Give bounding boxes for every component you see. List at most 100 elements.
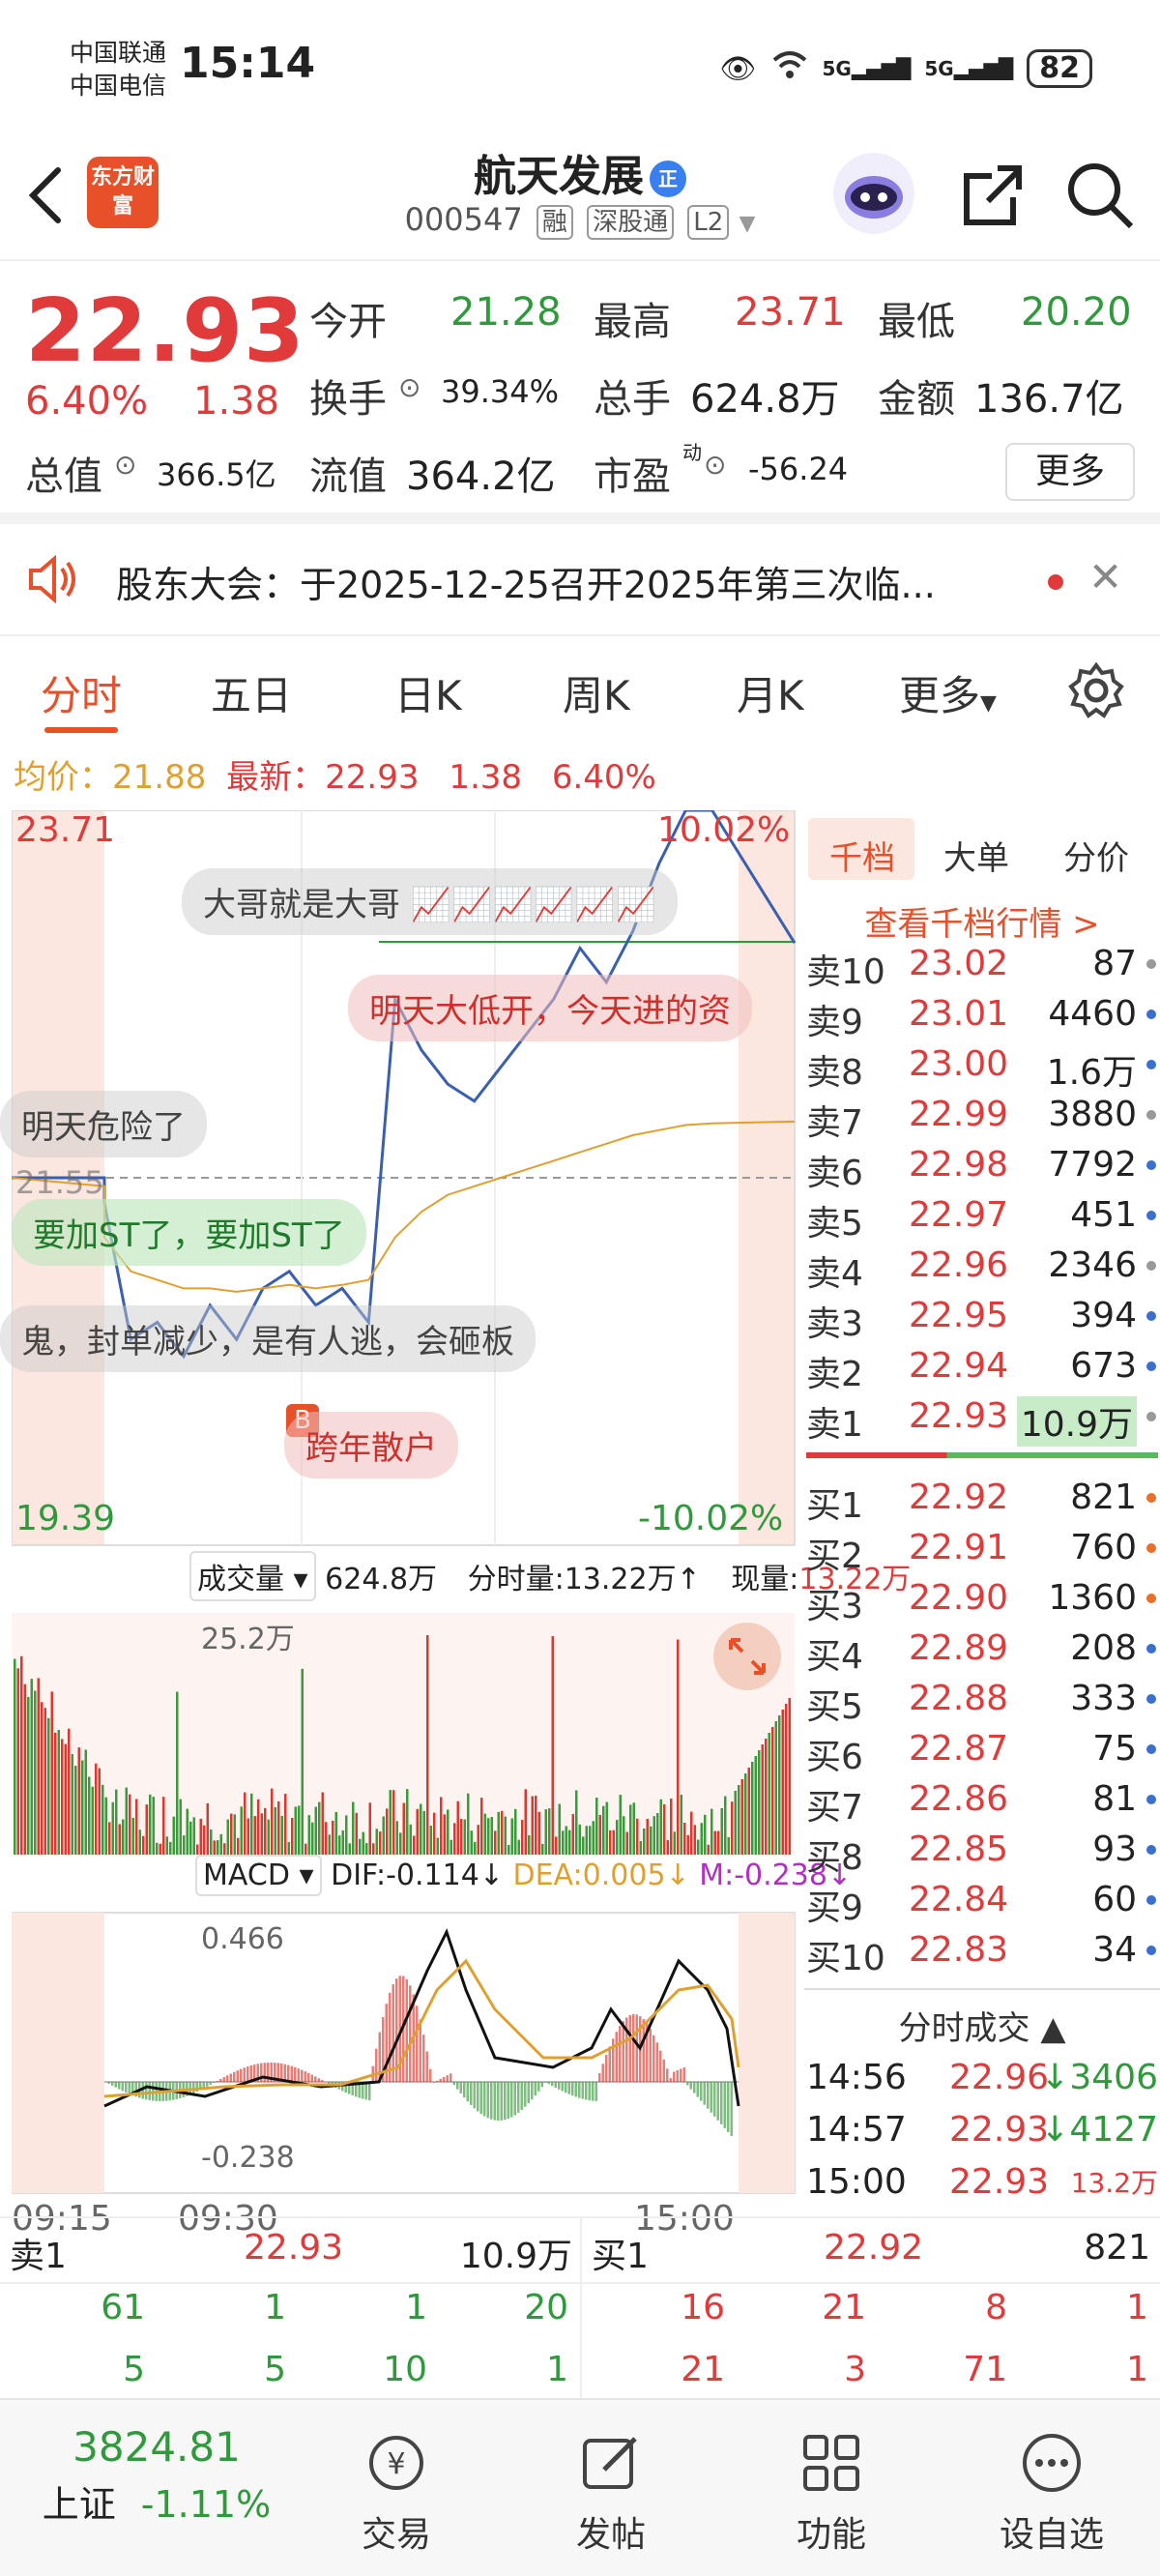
bid-price: 22.88: [909, 1679, 1009, 1718]
bid-level-label: 买3: [806, 1587, 863, 1626]
announcement-bar[interactable]: 股东大会：于2025-12-25召开2025年第三次临... ✕: [0, 524, 1160, 636]
volume-bar: [422, 1810, 425, 1855]
ask-row[interactable]: 卖6 22.98 7792: [806, 1139, 1158, 1193]
info-icon[interactable]: ⊙: [704, 449, 726, 481]
trade-row: 14:56 22.96 ↓3406: [806, 2058, 1158, 2110]
volume-bar: [765, 1739, 768, 1855]
macd-bar: [680, 2068, 682, 2082]
comment-bubble[interactable]: 明天大低开，今天进的资: [348, 975, 752, 1041]
search-button[interactable]: [1061, 155, 1139, 232]
volume-bar: [325, 1822, 328, 1855]
l1-bid-price: 22.92: [824, 2228, 924, 2268]
volume-bar: [537, 1811, 540, 1855]
volume-bar: [368, 1802, 371, 1855]
ask-row[interactable]: 卖2 22.94 673: [806, 1340, 1158, 1394]
volume-bar: [125, 1787, 128, 1855]
l2-tag[interactable]: L2: [687, 205, 730, 240]
bid-row[interactable]: 买10 22.83 34: [806, 1924, 1158, 1978]
volume-indicator-select[interactable]: 成交量 ▾: [189, 1551, 316, 1601]
comment-bubble[interactable]: 大哥就是大哥 📈📈📈📈📈📈: [182, 868, 678, 935]
trades-title[interactable]: 分时成交 ▲: [804, 2002, 1160, 2049]
volume-bar: [416, 1808, 419, 1855]
macd-bar: [686, 2082, 689, 2086]
expand-icon[interactable]: [713, 1623, 781, 1690]
macd-bar: [419, 2019, 421, 2082]
volume-bar: [670, 1799, 673, 1855]
tab-five-day[interactable]: 五日: [211, 663, 292, 722]
macd-bar: [466, 2082, 469, 2102]
volume-bar: [514, 1808, 517, 1855]
ask-row[interactable]: 卖7 22.99 3880: [806, 1089, 1158, 1143]
order-dot: [1146, 1845, 1156, 1855]
bid-row[interactable]: 买7 22.86 81: [806, 1773, 1158, 1828]
ask-row[interactable]: 卖1 22.93 10.9万: [806, 1390, 1158, 1447]
info-icon[interactable]: ⊙: [114, 449, 136, 481]
macd-bar: [192, 2082, 195, 2093]
bottom-nav: 3824.81 上证 -1.11% ¥ 交易 发帖 功能 设自选: [0, 2398, 1160, 2576]
comment-bubble[interactable]: 要加ST了，要加ST了: [12, 1199, 366, 1266]
bid-row[interactable]: 买9 22.84 60: [806, 1874, 1158, 1928]
ask-row[interactable]: 卖8 23.00 1.6万: [806, 1039, 1158, 1093]
ai-assistant-icon[interactable]: [833, 153, 914, 234]
macd-indicator-select[interactable]: MACD ▾: [195, 1855, 322, 1896]
macd-bar: [229, 2073, 232, 2082]
comment-bubble[interactable]: 明天危险了: [0, 1091, 207, 1157]
volume-bar: [646, 1818, 649, 1855]
ask-level-label: 卖4: [806, 1254, 863, 1294]
close-icon[interactable]: ✕: [1088, 553, 1122, 600]
volume-bar: [14, 1658, 16, 1855]
index-ticker[interactable]: 3824.81 上证 -1.11%: [21, 2423, 292, 2528]
tab-monthly-k[interactable]: 月K: [737, 663, 804, 722]
buy-marker-label[interactable]: 跨年散户: [284, 1412, 458, 1478]
ask-row[interactable]: 卖5 22.97 451: [806, 1189, 1158, 1244]
tab-intraday[interactable]: 分时: [41, 663, 122, 722]
volume-bar: [467, 1793, 470, 1855]
bid-row[interactable]: 买8 22.85 93: [806, 1824, 1158, 1878]
volume-bar: [487, 1818, 490, 1855]
announcement-text[interactable]: 股东大会：于2025-12-25召开2025年第三次临...: [116, 555, 1005, 608]
dropdown-icon[interactable]: ▼: [739, 212, 755, 236]
order-dot: [1146, 1010, 1156, 1019]
carrier-2: 中国电信: [70, 72, 167, 100]
ask-row[interactable]: 卖4 22.96 2346: [806, 1240, 1158, 1294]
tab-more[interactable]: 更多▼: [899, 663, 997, 722]
macd-bar: [446, 2075, 449, 2082]
ask-row[interactable]: 卖3 22.95 394: [806, 1290, 1158, 1344]
tab-big-orders[interactable]: 大单: [943, 832, 1009, 879]
bid-row[interactable]: 买3 22.90 1360: [806, 1572, 1158, 1626]
tab-weekly-k[interactable]: 周K: [563, 663, 630, 722]
volume-bar: [203, 1825, 206, 1855]
queue-cell: 1: [264, 2288, 286, 2327]
nav-trade[interactable]: ¥ 交易: [300, 2429, 493, 2557]
tab-daily-k[interactable]: 日K: [394, 663, 462, 722]
ask-row[interactable]: 卖10 23.02 87: [806, 938, 1158, 992]
nav-add-watchlist[interactable]: 设自选: [955, 2429, 1148, 2557]
more-button[interactable]: 更多: [1005, 443, 1135, 501]
ask-level-label: 卖5: [806, 1204, 863, 1244]
info-icon[interactable]: ⊙: [398, 371, 420, 403]
macd-bar: [219, 2079, 222, 2082]
nav-functions[interactable]: 功能: [735, 2429, 928, 2557]
bid-row[interactable]: 买6 22.87 75: [806, 1723, 1158, 1777]
pe-label: 市盈: [594, 454, 671, 499]
macd-bar: [689, 2082, 692, 2090]
last-change: 1.38: [449, 758, 523, 797]
ask-row[interactable]: 卖9 23.01 4460: [806, 988, 1158, 1042]
comment-bubble[interactable]: 鬼，封单减少，是有人逃，会砸板: [0, 1305, 536, 1372]
tab-price-dist[interactable]: 分价: [1063, 832, 1129, 879]
volume-bar: [372, 1843, 375, 1855]
macd-bar: [240, 2068, 243, 2082]
settings-icon[interactable]: [1067, 661, 1125, 723]
bid-row[interactable]: 买5 22.88 333: [806, 1673, 1158, 1727]
bid-row[interactable]: 买2 22.91 760: [806, 1522, 1158, 1576]
share-button[interactable]: [957, 155, 1025, 232]
bid-row[interactable]: 买4 22.89 208: [806, 1623, 1158, 1677]
bid-row[interactable]: 买1 22.92 821: [806, 1472, 1158, 1526]
tab-depth[interactable]: 千档: [829, 832, 895, 879]
nav-post[interactable]: 发帖: [514, 2429, 708, 2557]
open-label: 今开: [309, 300, 387, 344]
volume-bar: [643, 1828, 646, 1855]
macd-bar: [632, 2014, 635, 2082]
volume-bar: [111, 1801, 114, 1855]
macd-bar: [531, 2082, 534, 2100]
